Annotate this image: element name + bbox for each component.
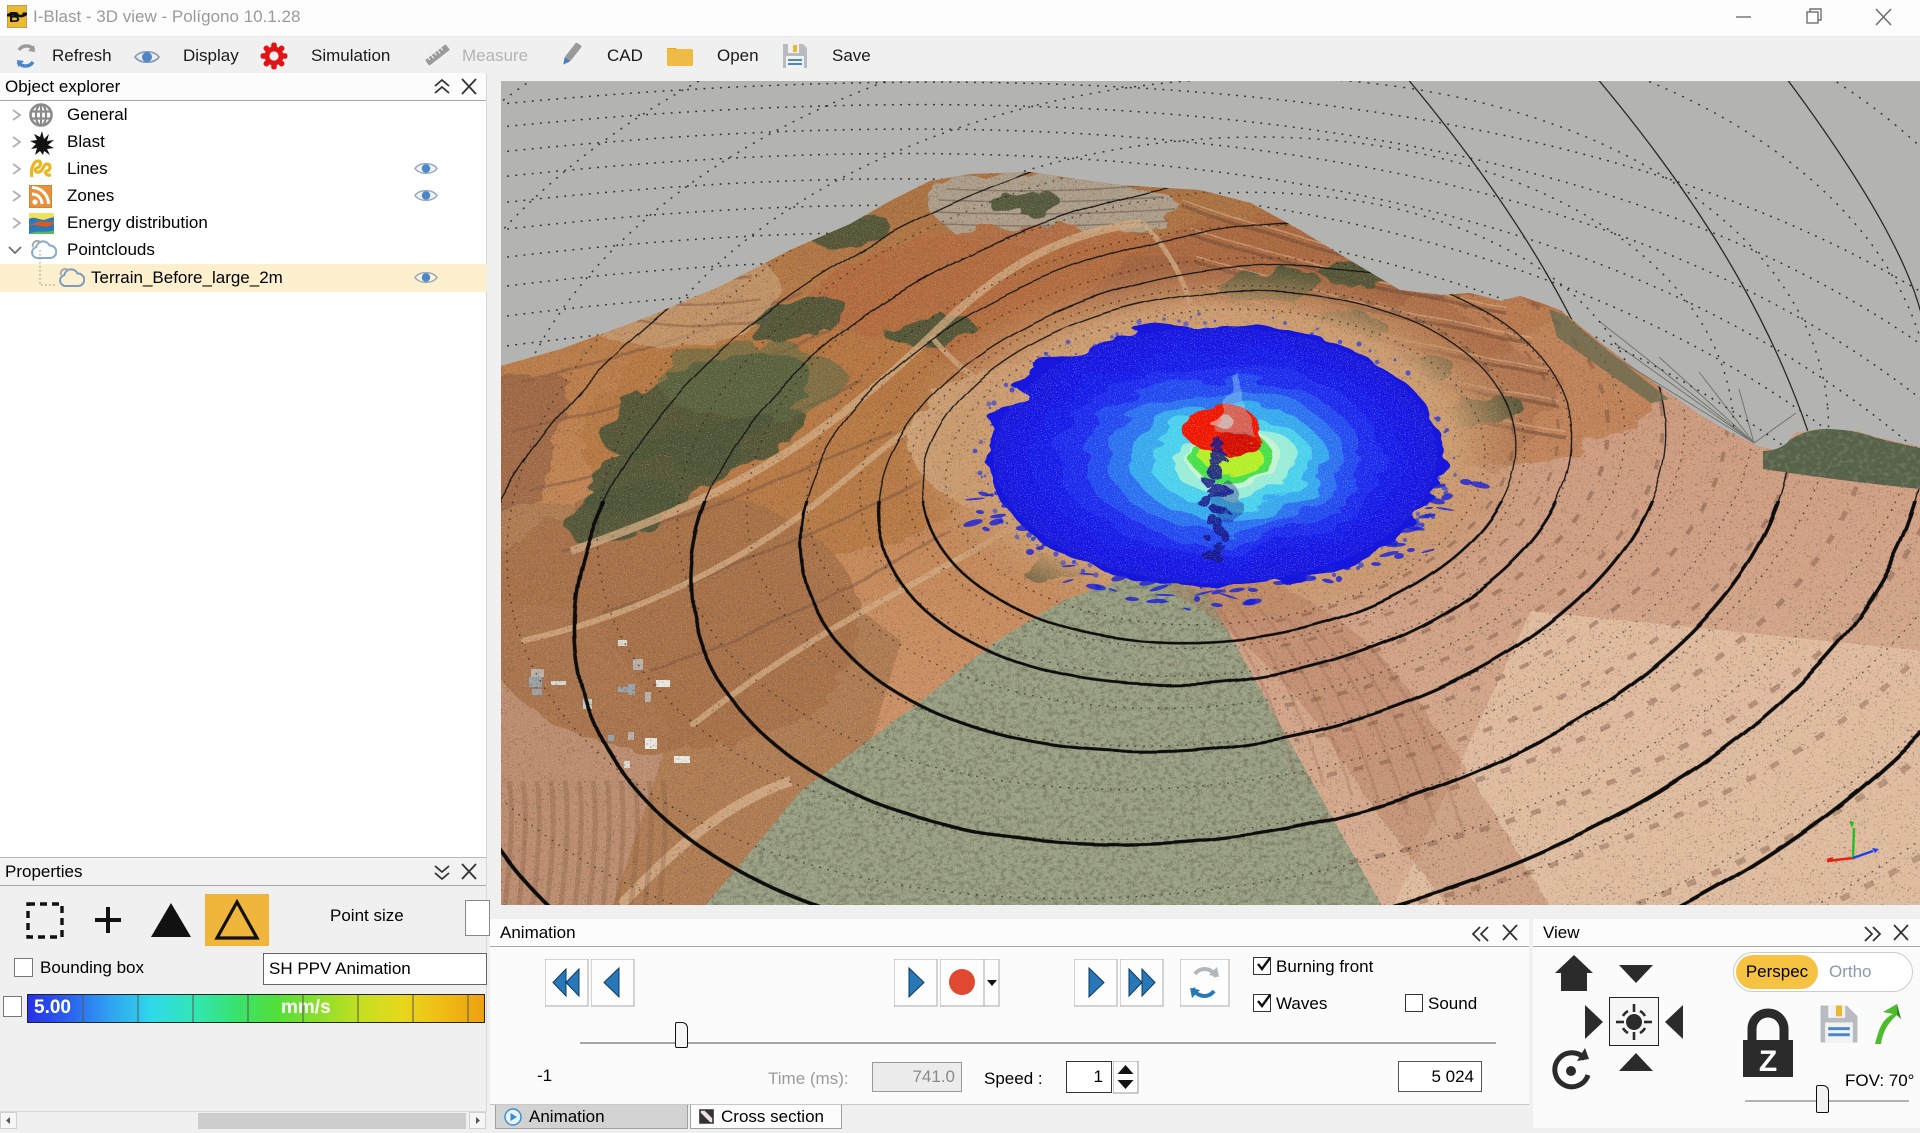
svg-text:B: B — [9, 9, 20, 26]
svg-text:Z: Z — [1759, 1045, 1777, 1078]
